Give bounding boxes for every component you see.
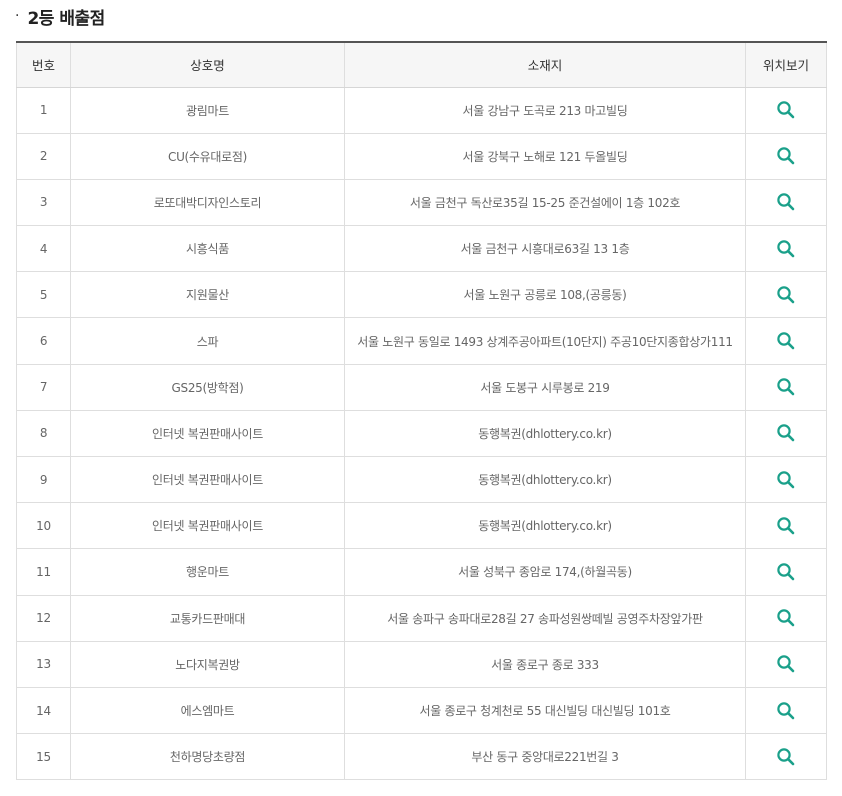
search-icon[interactable] xyxy=(776,423,796,443)
search-icon[interactable] xyxy=(776,331,796,351)
search-icon[interactable] xyxy=(776,470,796,490)
store-name: 에스엠마트 xyxy=(70,687,345,735)
store-name: CU(수유대로점) xyxy=(70,133,345,180)
row-number: 13 xyxy=(16,641,71,688)
store-address: 서울 노원구 공릉로 108,(공릉동) xyxy=(344,271,746,319)
store-name: 시흥식품 xyxy=(70,225,345,273)
store-address: 서울 송파구 송파대로28길 27 송파성원쌍떼빌 공영주차장앞가판 xyxy=(344,595,746,642)
store-name: 광림마트 xyxy=(70,87,345,134)
title-text: 2등 배출점 xyxy=(27,8,105,29)
search-icon[interactable] xyxy=(776,192,796,212)
row-number: 9 xyxy=(16,456,71,504)
row-number: 8 xyxy=(16,410,71,458)
table-row: 7 GS25(방학점) 서울 도봉구 시루봉로 219 xyxy=(16,364,827,411)
section-title: · 2등 배출점 xyxy=(15,4,105,29)
location-cell xyxy=(745,733,827,781)
table-header-row: 번호 상호명 소재지 위치보기 xyxy=(16,41,827,88)
search-icon[interactable] xyxy=(776,100,796,120)
row-number: 3 xyxy=(16,179,71,227)
location-cell xyxy=(745,317,827,365)
location-cell xyxy=(745,179,827,227)
row-number: 10 xyxy=(16,502,71,550)
table-row: 14 에스엠마트 서울 종로구 청계천로 55 대신빌딩 대신빌딩 101호 xyxy=(16,687,827,735)
store-address: 서울 노원구 동일로 1493 상계주공아파트(10단지) 주공10단지종합상가… xyxy=(344,317,746,365)
store-name: 천하명당초량점 xyxy=(70,733,345,781)
table-row: 3 로또대박디자인스토리 서울 금천구 독산로35길 15-25 준건설에이 1층 … xyxy=(16,179,827,227)
store-address: 부산 동구 중앙대로221번길 3 xyxy=(344,733,746,781)
location-cell xyxy=(745,271,827,319)
header-store-name: 상호명 xyxy=(70,41,345,88)
store-name: 인터넷 복권판매사이트 xyxy=(70,456,345,504)
header-location: 위치보기 xyxy=(745,41,827,88)
location-cell xyxy=(745,225,827,273)
store-address: 서울 종로구 청계천로 55 대신빌딩 대신빌딩 101호 xyxy=(344,687,746,735)
table-row: 12 교통카드판매대 서울 송파구 송파대로28길 27 송파성원쌍떼빌 공영주차장… xyxy=(16,595,827,642)
row-number: 15 xyxy=(16,733,71,781)
row-number: 14 xyxy=(16,687,71,735)
table-row: 8 인터넷 복권판매사이트 동행복권(dhlottery.co.kr) xyxy=(16,410,827,458)
store-address: 서울 도봉구 시루봉로 219 xyxy=(344,364,746,411)
header-address: 소재지 xyxy=(344,41,746,88)
location-cell xyxy=(745,595,827,642)
location-cell xyxy=(745,133,827,180)
store-address: 서울 금천구 시흥대로63길 13 1층 xyxy=(344,225,746,273)
row-number: 11 xyxy=(16,548,71,596)
store-name: 노다지복권방 xyxy=(70,641,345,688)
table-row: 9 인터넷 복권판매사이트 동행복권(dhlottery.co.kr) xyxy=(16,456,827,504)
store-address: 서울 강남구 도곡로 213 마고빌딩 xyxy=(344,87,746,134)
search-icon[interactable] xyxy=(776,516,796,536)
row-number: 4 xyxy=(16,225,71,273)
table-row: 1 광림마트 서울 강남구 도곡로 213 마고빌딩 xyxy=(16,87,827,134)
store-name: 행운마트 xyxy=(70,548,345,596)
search-icon[interactable] xyxy=(776,608,796,628)
store-name: 인터넷 복권판매사이트 xyxy=(70,502,345,550)
store-address: 서울 강북구 노해로 121 두올빌딩 xyxy=(344,133,746,180)
row-number: 5 xyxy=(16,271,71,319)
location-cell xyxy=(745,687,827,735)
location-cell xyxy=(745,502,827,550)
table-row: 2 CU(수유대로점) 서울 강북구 노해로 121 두올빌딩 xyxy=(16,133,827,180)
search-icon[interactable] xyxy=(776,146,796,166)
location-cell xyxy=(745,641,827,688)
location-cell xyxy=(745,548,827,596)
search-icon[interactable] xyxy=(776,285,796,305)
store-address: 서울 금천구 독산로35길 15-25 준건설에이 1층 102호 xyxy=(344,179,746,227)
table-row: 15 천하명당초량점 부산 동구 중앙대로221번길 3 xyxy=(16,733,827,781)
store-name: 스파 xyxy=(70,317,345,365)
location-cell xyxy=(745,364,827,411)
location-cell xyxy=(745,87,827,134)
row-number: 2 xyxy=(16,133,71,180)
row-number: 12 xyxy=(16,595,71,642)
store-name: GS25(방학점) xyxy=(70,364,345,411)
row-number: 6 xyxy=(16,317,71,365)
search-icon[interactable] xyxy=(776,377,796,397)
search-icon[interactable] xyxy=(776,654,796,674)
store-address: 동행복권(dhlottery.co.kr) xyxy=(344,410,746,458)
row-number: 7 xyxy=(16,364,71,411)
winning-stores-table: 번호 상호명 소재지 위치보기 1 광림마트 서울 강남구 도곡로 213 마고빌딩… xyxy=(16,41,827,781)
table-row: 13 노다지복권방 서울 종로구 종로 333 xyxy=(16,641,827,688)
location-cell xyxy=(745,456,827,504)
table-row: 5 지원물산 서울 노원구 공릉로 108,(공릉동) xyxy=(16,271,827,319)
store-address: 서울 종로구 종로 333 xyxy=(344,641,746,688)
search-icon[interactable] xyxy=(776,701,796,721)
table-row: 11 행운마트 서울 성북구 종암로 174,(하월곡동) xyxy=(16,548,827,596)
header-number: 번호 xyxy=(16,41,71,88)
store-address: 동행복권(dhlottery.co.kr) xyxy=(344,456,746,504)
table-row: 10 인터넷 복권판매사이트 동행복권(dhlottery.co.kr) xyxy=(16,502,827,550)
title-bullet: · xyxy=(15,8,20,24)
store-name: 지원물산 xyxy=(70,271,345,319)
table-row: 6 스파 서울 노원구 동일로 1493 상계주공아파트(10단지) 주공10단지종… xyxy=(16,317,827,365)
store-name: 인터넷 복권판매사이트 xyxy=(70,410,345,458)
row-number: 1 xyxy=(16,87,71,134)
search-icon[interactable] xyxy=(776,747,796,767)
store-address: 동행복권(dhlottery.co.kr) xyxy=(344,502,746,550)
location-cell xyxy=(745,410,827,458)
store-name: 교통카드판매대 xyxy=(70,595,345,642)
search-icon[interactable] xyxy=(776,239,796,259)
store-address: 서울 성북구 종암로 174,(하월곡동) xyxy=(344,548,746,596)
search-icon[interactable] xyxy=(776,562,796,582)
store-name: 로또대박디자인스토리 xyxy=(70,179,345,227)
table-row: 4 시흥식품 서울 금천구 시흥대로63길 13 1층 xyxy=(16,225,827,273)
